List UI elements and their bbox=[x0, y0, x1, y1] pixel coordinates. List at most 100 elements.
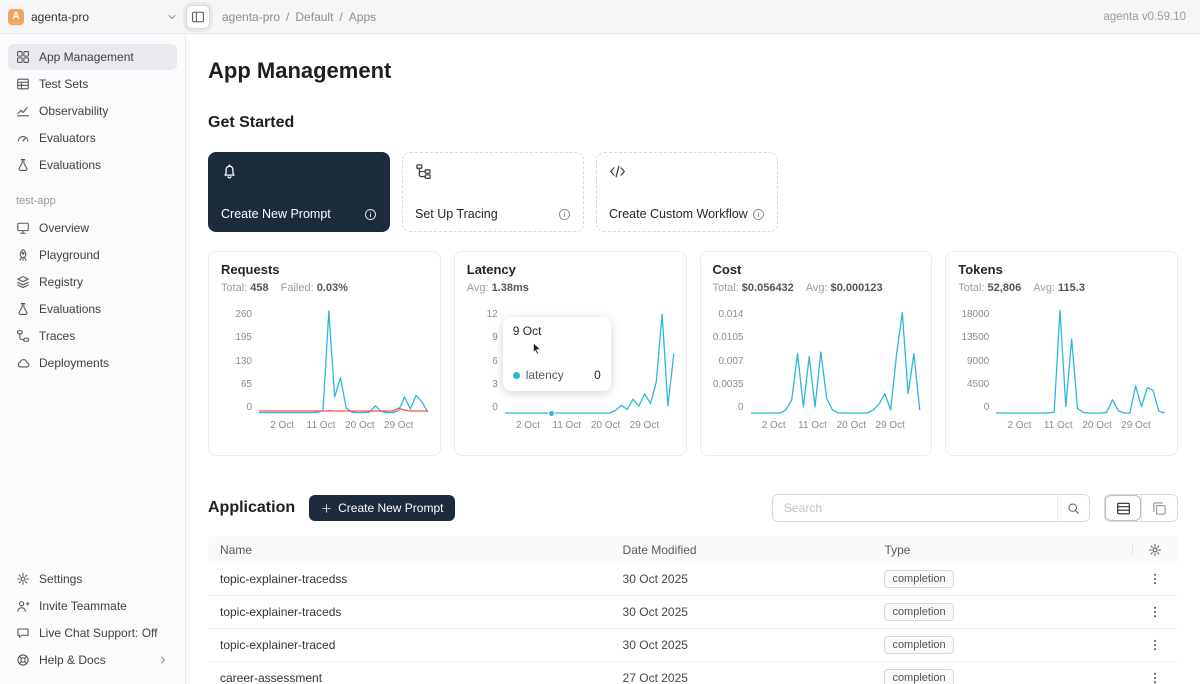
y-tick-label: 0 bbox=[492, 402, 498, 413]
info-icon[interactable] bbox=[364, 208, 377, 221]
x-tick-label: 29 Oct bbox=[630, 420, 659, 431]
view-toggle bbox=[1104, 494, 1178, 522]
x-tick-label: 2 Oct bbox=[1007, 420, 1031, 431]
cell-name: topic-explainer-traced bbox=[208, 638, 611, 652]
create-new-prompt-label: Create New Prompt bbox=[338, 501, 443, 515]
search-button[interactable] bbox=[1057, 495, 1089, 521]
x-tick-label: 20 Oct bbox=[591, 420, 620, 431]
card-view-button[interactable] bbox=[1141, 495, 1177, 521]
sidebar-app-item-deployments[interactable]: Deployments bbox=[8, 350, 177, 376]
y-tick-label: 6 bbox=[492, 356, 498, 367]
y-tick-label: 9 bbox=[492, 332, 498, 343]
tracing-icon bbox=[415, 163, 432, 180]
x-tick-label: 29 Oct bbox=[384, 420, 413, 431]
sidebar-bottom-item-help-docs[interactable]: Help & Docs bbox=[8, 647, 177, 673]
sidebar-item-label: Settings bbox=[39, 572, 82, 586]
chart-requests: 260195130650 bbox=[221, 309, 428, 413]
stat-avg: Avg:1.38ms bbox=[467, 282, 529, 294]
sidebar-bottom-item-invite-teammate[interactable]: Invite Teammate bbox=[8, 593, 177, 619]
page-title: App Management bbox=[208, 58, 1178, 84]
chart-tokens: 1800013500900045000 bbox=[958, 309, 1165, 413]
chart-plot[interactable] bbox=[751, 309, 920, 413]
settings-icon bbox=[16, 572, 30, 586]
sidebar-item-app-management[interactable]: App Management bbox=[8, 44, 177, 70]
bell-icon bbox=[221, 163, 238, 180]
table-row[interactable]: topic-explainer-traced30 Oct 2025complet… bbox=[208, 629, 1178, 662]
workspace-selector[interactable]: A agenta-pro bbox=[8, 9, 186, 25]
sidebar-app-item-playground[interactable]: Playground bbox=[8, 242, 177, 268]
row-menu-button[interactable] bbox=[1143, 633, 1167, 657]
row-menu-button[interactable] bbox=[1143, 567, 1167, 591]
plus-icon bbox=[321, 503, 332, 514]
ellipsis-v-icon bbox=[1148, 671, 1162, 684]
breadcrumb-item-default[interactable]: Default bbox=[295, 10, 333, 24]
type-badge: completion bbox=[884, 669, 953, 684]
sidebar-bottom-item-settings[interactable]: Settings bbox=[8, 566, 177, 592]
stat-card-subtitle: Total:458Failed:0.03% bbox=[221, 282, 428, 294]
sidebar-item-evaluators[interactable]: Evaluators bbox=[8, 125, 177, 151]
ellipsis-v-icon bbox=[1148, 605, 1162, 619]
column-header-type: Type bbox=[872, 543, 1132, 557]
application-heading: Application bbox=[208, 499, 295, 517]
gear-icon bbox=[1148, 543, 1162, 557]
sidebar-app-item-evaluations[interactable]: Evaluations bbox=[8, 296, 177, 322]
sidebar-spacer bbox=[8, 377, 177, 566]
tooltip-series-row: latency0 bbox=[513, 368, 601, 382]
breadcrumb-separator: / bbox=[339, 10, 342, 24]
breadcrumb-item-agenta-pro[interactable]: agenta-pro bbox=[222, 10, 280, 24]
x-tick-label: 2 Oct bbox=[270, 420, 294, 431]
chart-plot[interactable] bbox=[259, 309, 428, 413]
cell-name: topic-explainer-tracedss bbox=[208, 572, 611, 586]
table-row[interactable]: career-assessment27 Oct 2025completion bbox=[208, 662, 1178, 684]
application-section-header: Application Create New Prompt bbox=[208, 494, 1178, 522]
x-axis-labels: 2 Oct11 Oct20 Oct29 Oct bbox=[758, 418, 920, 432]
help-icon bbox=[16, 653, 30, 667]
get-started-card-set-up-tracing[interactable]: Set Up Tracing bbox=[402, 152, 584, 232]
stat-card-latency: LatencyAvg:1.38ms1296309 Octlatency02 Oc… bbox=[454, 251, 687, 456]
sidebar-item-observability[interactable]: Observability bbox=[8, 98, 177, 124]
breadcrumb-item-apps[interactable]: Apps bbox=[349, 10, 376, 24]
table-header: NameDate ModifiedType bbox=[208, 536, 1178, 563]
sidebar-item-label: Help & Docs bbox=[39, 653, 106, 667]
tooltip-date: 9 Oct bbox=[513, 324, 601, 338]
create-new-prompt-button[interactable]: Create New Prompt bbox=[309, 495, 455, 521]
stat-metric-label: Avg: bbox=[806, 282, 828, 294]
row-menu-button[interactable] bbox=[1143, 666, 1167, 684]
get-started-card-create-custom-workflow[interactable]: Create Custom Workflow bbox=[596, 152, 778, 232]
y-tick-label: 0.014 bbox=[718, 309, 743, 320]
chevron-down-icon bbox=[166, 11, 178, 23]
table-view-button[interactable] bbox=[1105, 495, 1141, 521]
search-input[interactable] bbox=[773, 495, 1057, 521]
sidebar-item-label: Test Sets bbox=[39, 77, 88, 91]
get-started-card-label: Create Custom Workflow bbox=[609, 207, 748, 221]
sidebar-app-item-traces[interactable]: Traces bbox=[8, 323, 177, 349]
sidebar-item-evaluations[interactable]: Evaluations bbox=[8, 152, 177, 178]
row-menu-button[interactable] bbox=[1143, 600, 1167, 624]
type-badge: completion bbox=[884, 603, 953, 621]
table-row[interactable]: topic-explainer-traceds30 Oct 2025comple… bbox=[208, 596, 1178, 629]
chart-plot[interactable] bbox=[996, 309, 1165, 413]
info-icon[interactable] bbox=[752, 208, 765, 221]
sidebar-bottom-item-live-chat-support-off[interactable]: Live Chat Support: Off bbox=[8, 620, 177, 646]
x-tick-label: 11 Oct bbox=[1044, 420, 1073, 431]
cell-date-modified: 30 Oct 2025 bbox=[611, 572, 873, 586]
y-tick-label: 65 bbox=[241, 379, 252, 390]
sidebar-item-test-sets[interactable]: Test Sets bbox=[8, 71, 177, 97]
cell-date-modified: 27 Oct 2025 bbox=[611, 671, 873, 684]
sidebar-app-section-label: test-app bbox=[16, 195, 169, 207]
playground-icon bbox=[16, 248, 30, 262]
table-settings-button[interactable] bbox=[1143, 538, 1167, 562]
info-icon[interactable] bbox=[558, 208, 571, 221]
stat-total: Total:$0.056432 bbox=[713, 282, 794, 294]
sidebar-item-label: Deployments bbox=[39, 356, 109, 370]
sidebar-collapse-button[interactable] bbox=[186, 5, 210, 29]
sidebar-app-item-registry[interactable]: Registry bbox=[8, 269, 177, 295]
type-badge: completion bbox=[884, 636, 953, 654]
chart-tooltip: 9 Oct latency0 bbox=[503, 317, 611, 391]
sidebar-item-label: Invite Teammate bbox=[39, 599, 127, 613]
table-row[interactable]: topic-explainer-tracedss30 Oct 2025compl… bbox=[208, 563, 1178, 596]
chart-plot[interactable]: 9 Oct latency0 bbox=[505, 309, 674, 413]
get-started-card-create-new-prompt[interactable]: Create New Prompt bbox=[208, 152, 390, 232]
sidebar-app-item-overview[interactable]: Overview bbox=[8, 215, 177, 241]
version-label: agenta v0.59.10 bbox=[1104, 11, 1187, 23]
